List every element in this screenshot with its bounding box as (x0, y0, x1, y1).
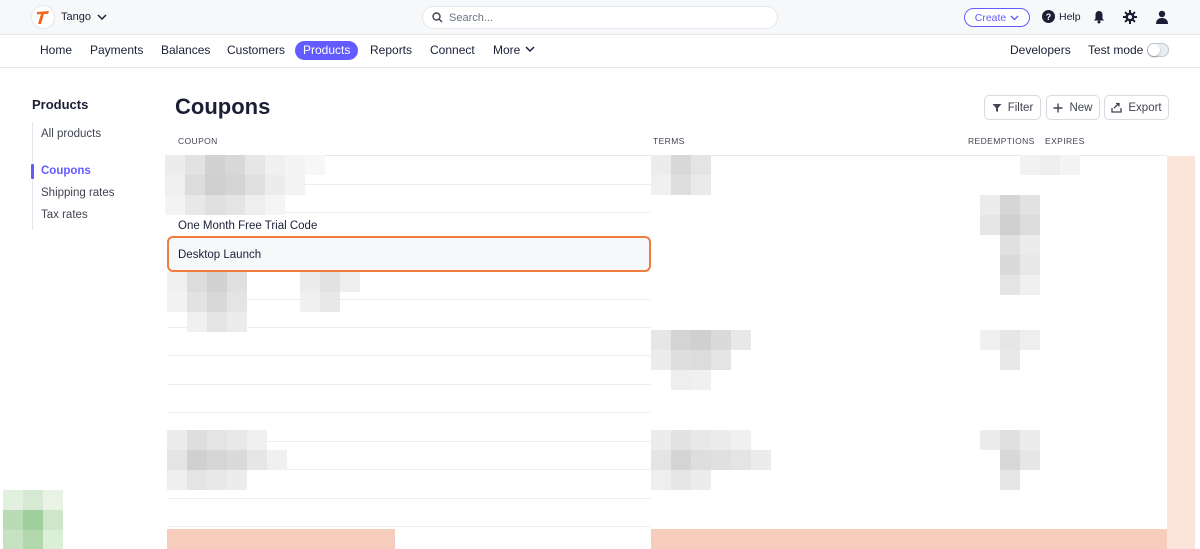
row-divider (167, 412, 651, 413)
row-divider (167, 526, 651, 527)
sidebar-active-indicator (31, 164, 34, 179)
row-divider (167, 384, 651, 385)
search-bar[interactable] (423, 7, 777, 28)
create-label: Create (974, 11, 1007, 24)
column-header-terms[interactable]: TERMS (653, 136, 685, 146)
nav-item-payments[interactable]: Payments (82, 41, 151, 60)
chevron-down-icon (1010, 15, 1019, 20)
test-mode-toggle[interactable] (1147, 43, 1169, 57)
new-button[interactable]: New (1047, 96, 1099, 119)
column-header-redemptions[interactable]: REDEMPTIONS (968, 136, 1035, 146)
account-name: Tango (61, 11, 91, 23)
top-bar: Tango Create ? Help (0, 0, 1200, 35)
chevron-down-icon (97, 13, 107, 20)
redacted-region (167, 272, 397, 352)
tango-logo-icon[interactable] (32, 6, 54, 28)
account-switcher[interactable]: Tango (61, 11, 107, 23)
filter-button[interactable]: Filter (985, 96, 1040, 119)
search-input[interactable] (449, 11, 749, 24)
svg-text:?: ? (1046, 12, 1052, 22)
search-icon (432, 12, 443, 23)
page-title: Coupons (175, 94, 271, 119)
coupon-row-name[interactable]: Desktop Launch (178, 249, 261, 261)
redacted-region (1167, 156, 1195, 549)
bell-icon[interactable] (1092, 10, 1106, 24)
gear-icon[interactable] (1123, 10, 1137, 24)
redacted-region (165, 155, 365, 215)
filter-icon (992, 103, 1002, 112)
redacted-region (960, 155, 1167, 315)
plus-icon (1053, 103, 1063, 112)
column-header-expires[interactable]: EXPIRES (1045, 136, 1085, 146)
redacted-region (651, 310, 781, 390)
coupon-row-name[interactable]: One Month Free Trial Code (178, 220, 317, 232)
nav-item-balances[interactable]: Balances (153, 41, 218, 60)
nav-item-customers[interactable]: Customers (219, 41, 293, 60)
main-nav: Home Payments Balances Customers Product… (0, 35, 1200, 68)
redacted-region (3, 490, 69, 549)
new-label: New (1069, 101, 1093, 114)
sidebar-item-shipping-rates[interactable]: Shipping rates (41, 187, 115, 199)
row-divider (167, 355, 651, 356)
sidebar-item-coupons[interactable]: Coupons (41, 165, 91, 177)
filter-label: Filter (1007, 101, 1034, 114)
help-icon: ? (1042, 10, 1055, 23)
redacted-region (651, 155, 951, 215)
nav-item-more[interactable]: More (485, 41, 543, 60)
nav-item-products[interactable]: Products (295, 41, 359, 60)
nav-developers[interactable]: Developers (1002, 41, 1079, 60)
create-button[interactable]: Create (964, 8, 1030, 27)
nav-item-connect[interactable]: Connect (422, 41, 483, 60)
help-button[interactable]: ? Help (1042, 10, 1081, 23)
redacted-region (167, 430, 327, 510)
column-header-coupon[interactable]: COUPON (178, 136, 218, 146)
redacted-region (167, 529, 395, 549)
redacted-region (651, 529, 1167, 549)
export-icon (1111, 102, 1123, 113)
user-icon[interactable] (1155, 10, 1169, 24)
test-mode-label: Test mode (1088, 43, 1144, 57)
export-label: Export (1128, 101, 1162, 114)
sidebar-item-tax-rates[interactable]: Tax rates (41, 209, 88, 221)
sidebar-item-all-products[interactable]: All products (41, 128, 101, 140)
redacted-region (651, 430, 851, 510)
sidebar-title: Products (32, 97, 89, 112)
help-label: Help (1059, 10, 1081, 23)
redacted-region (980, 330, 1060, 510)
export-button[interactable]: Export (1105, 96, 1168, 119)
nav-more-label: More (493, 43, 521, 57)
nav-item-home[interactable]: Home (32, 41, 80, 60)
chevron-down-icon (525, 46, 535, 53)
nav-item-reports[interactable]: Reports (362, 41, 420, 60)
